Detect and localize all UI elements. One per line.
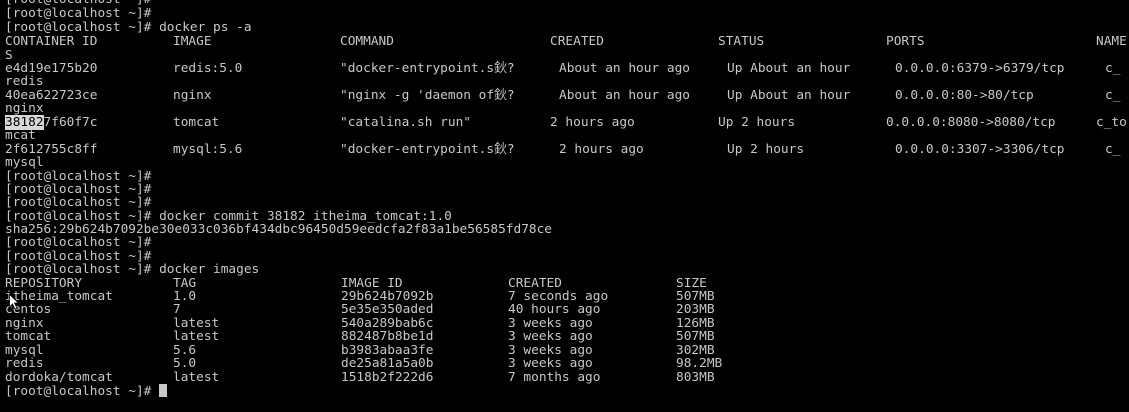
images-cell-size: 203MB (676, 302, 715, 317)
images-row: dordoka/tomcat latest 1518b2f222d6 7 mon… (5, 371, 805, 385)
images-cell-id: 5e35e350aded (341, 302, 434, 317)
ps-cell-created: About an hour ago (559, 61, 690, 76)
ps-header-row: CONTAINER ID IMAGE COMMAND CREATED STATU… (5, 35, 1129, 49)
ps-row: 381827f60f7c tomcat "catalina.sh run" 2 … (5, 115, 1129, 130)
ps-cell-status: Up 2 hours (718, 115, 796, 130)
arrow-cursor-icon (9, 294, 19, 310)
images-cell-id: 1518b2f222d6 (341, 370, 434, 385)
images-cell-repo: tomcat (5, 329, 52, 344)
ps-header-image: IMAGE (173, 34, 212, 49)
ps-row: 40ea622723ce nginx "nginx -g 'daemon of鈥… (5, 89, 1129, 103)
ps-cell-command: "catalina.sh run" (340, 115, 471, 130)
ps-cell-image: redis:5.0 (173, 61, 243, 76)
images-cell-tag: latest (173, 370, 220, 385)
ps-cell-status: Up 2 hours (727, 142, 805, 157)
ps-cell-created: 2 hours ago (550, 115, 635, 130)
ps-cell-image: mysql:5.6 (173, 142, 243, 157)
ps-cell-ports: 0.0.0.0:3307->3306/tcp (895, 142, 1065, 157)
ps-header-created: CREATED (550, 34, 604, 49)
ps-cell-status: Up About an hour (727, 88, 851, 103)
ps-cell-command: "docker-entrypoint.s鈥? (340, 61, 515, 76)
ps-cell-name: c_ (1105, 61, 1121, 76)
ps-row-wrap: nginx (5, 101, 44, 116)
ps-cell-ports: 0.0.0.0:80->80/tcp (895, 88, 1034, 103)
images-cell-created: 40 hours ago (508, 302, 601, 317)
images-row: redis 5.0 de25a81a5a0b 3 weeks ago 98.2M… (5, 357, 805, 371)
images-cell-size: 98.2MB (676, 356, 723, 371)
ps-header-container-id: CONTAINER ID (5, 34, 98, 49)
ps-row: 2f612755c8ff mysql:5.6 "docker-entrypoin… (5, 143, 1129, 157)
prompt-text: [root@localhost ~]# (5, 384, 152, 399)
images-cell-created: 3 weeks ago (508, 356, 593, 371)
ps-cell-created: About an hour ago (559, 88, 690, 103)
images-cell-id: de25a81a5a0b (341, 356, 434, 371)
ps-cell-image: nginx (173, 88, 212, 103)
ps-cell-created: 2 hours ago (559, 142, 644, 157)
ps-header-command: COMMAND (340, 34, 394, 49)
images-cell-created: 7 months ago (508, 370, 601, 385)
images-cell-repo: dordoka/tomcat (5, 370, 113, 385)
active-prompt-line[interactable]: [root@localhost ~]# (5, 384, 168, 399)
images-row: centos 7 5e35e350aded 40 hours ago 203MB (5, 303, 805, 317)
images-cell-tag: latest (173, 329, 220, 344)
ps-header-ports: PORTS (886, 34, 925, 49)
terminal-window[interactable]: [root@localhost ~]# [root@localhost ~]# … (0, 0, 1129, 412)
ps-cell-name: c_ (1105, 88, 1121, 103)
ps-header-status: STATUS (718, 34, 765, 49)
ps-cell-name: c_to (1096, 115, 1127, 130)
images-cell-tag: 5.0 (173, 356, 197, 371)
ps-cell-ports: 0.0.0.0:8080->8080/tcp (886, 115, 1056, 130)
ps-cell-id-rest: 7f60f7c (43, 115, 98, 130)
ps-cell-name: c_ (1105, 142, 1121, 157)
ps-row-wrap: mysql (5, 155, 44, 170)
ps-cell-command: "docker-entrypoint.s鈥? (340, 142, 515, 157)
images-cell-created: 3 weeks ago (508, 329, 593, 344)
text-cursor (159, 384, 168, 397)
images-cell-tag: 7 (173, 302, 181, 317)
ps-header-names: NAME (1096, 34, 1127, 49)
command-line-ps: [root@localhost ~]# docker ps -a (5, 20, 252, 35)
ps-row-wrap: redis (5, 74, 44, 89)
ps-row-wrap: mcat (5, 128, 36, 143)
ps-cell-image: tomcat (173, 115, 220, 130)
prompt-line: [root@localhost ~]# (5, 6, 152, 21)
ps-cell-ports: 0.0.0.0:6379->6379/tcp (895, 61, 1065, 76)
ps-cell-status: Up About an hour (727, 61, 851, 76)
ps-row: e4d19e175b20 redis:5.0 "docker-entrypoin… (5, 62, 1129, 76)
prompt-line: [root@localhost ~]# (5, 195, 152, 210)
images-cell-repo: redis (5, 356, 44, 371)
images-row: tomcat latest 882487b8be1d 3 weeks ago 5… (5, 330, 805, 344)
prompt-line: [root@localhost ~]# (5, 235, 152, 250)
images-cell-size: 507MB (676, 329, 715, 344)
images-cell-id: 882487b8be1d (341, 329, 434, 344)
images-cell-size: 803MB (676, 370, 715, 385)
ps-cell-command: "nginx -g 'daemon of鈥? (340, 88, 515, 103)
command-line-images: [root@localhost ~]# docker images (5, 262, 260, 277)
